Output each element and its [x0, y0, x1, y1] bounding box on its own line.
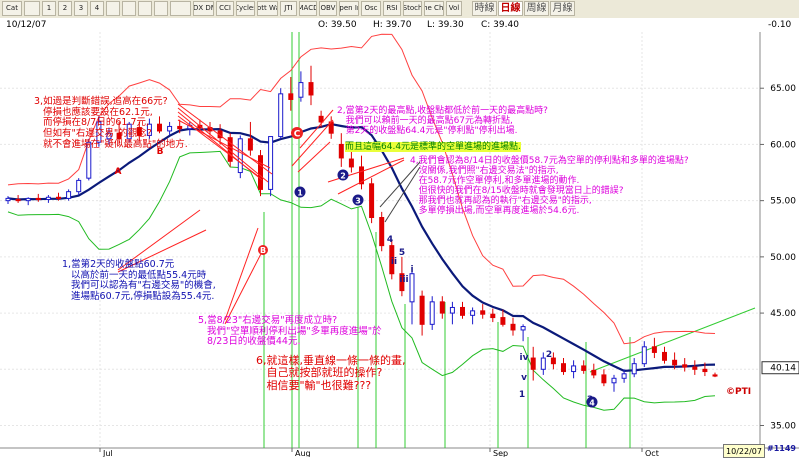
toolbar-button-20[interactable]: RSI [383, 1, 401, 16]
toolbar-button-23[interactable]: Vol [446, 1, 462, 16]
svg-text:3: 3 [355, 197, 361, 206]
svg-text:A: A [115, 167, 122, 177]
svg-text:40.14: 40.14 [770, 364, 796, 374]
svg-text:B: B [260, 246, 266, 255]
toolbar-button-22[interactable]: Time Chart [424, 1, 444, 16]
y-tick-1: 60.00 [770, 140, 796, 150]
info-close: C: 39.40 [481, 20, 519, 30]
toolbar-button-18[interactable]: Open Int [339, 1, 359, 16]
svg-text:i: i [410, 265, 413, 275]
toolbar-button-0[interactable]: Cat [2, 1, 22, 16]
candle-26 [268, 136, 274, 197]
toolbar-button-19[interactable]: Osc [361, 1, 381, 16]
info-low: L: 39.30 [427, 20, 464, 30]
svg-text:C: C [294, 130, 301, 140]
period-tab-0[interactable]: 時線 [472, 1, 497, 16]
candle-37 [379, 211, 385, 252]
svg-text:iv: iv [520, 353, 529, 363]
last-price-tag: 40.14 [761, 361, 799, 375]
toolbar-button-21[interactable]: Stoch [403, 1, 422, 16]
period-tab-1[interactable]: 日線 [498, 1, 523, 16]
x-tick-2: Sep [493, 449, 508, 457]
candle-27 [278, 88, 284, 139]
svg-text:ii: ii [391, 257, 397, 267]
wave-label-11: iv [520, 353, 529, 363]
wave-label-6: 4 [387, 235, 393, 245]
trading-chart-window: Cat1234ADX DMICCICyclesElliott WaveJTIMA… [0, 0, 799, 458]
period-tab-3[interactable]: 月線 [550, 1, 575, 16]
annotation-5: 5,當8/23"右邊交易"再度成立時? 我們"空單順利停利出場"多單再度進場"於… [198, 315, 382, 348]
toolbar: Cat 1234 ADX DMICCICyclesElliott WaveJTIMA… [0, 0, 799, 19]
svg-text:2: 2 [546, 350, 552, 360]
y-tick-5: 35.00 [770, 422, 796, 432]
wave-label-7: 5 [399, 248, 405, 258]
annotation-6: 6,就這樣,垂直線一條一條的畫, 自己就按部就班的操作? 相信要"輸"也很難??… [256, 354, 406, 392]
annotation-2b: 而且這幅64.4元是標準的空單進場的進場點. [345, 142, 521, 153]
toolbar-button-13[interactable]: Cycles [236, 1, 255, 16]
wave-label-3: 1 [294, 186, 306, 198]
wave-label-9: ii [391, 257, 397, 267]
y-tick-2: 55.00 [770, 197, 796, 207]
quote-info-bar: 10/12/07 O: 39.50 H: 39.70 L: 39.30 C: 3… [0, 18, 799, 33]
info-high: H: 39.70 [373, 20, 412, 30]
candle-25 [258, 150, 263, 197]
info-date: 10/12/07 [6, 20, 47, 30]
toolbar-button-9[interactable] [154, 1, 168, 16]
b-marker: B [258, 245, 268, 255]
toolbar-button-15[interactable]: JTI [280, 1, 297, 16]
wave-label-8: i [410, 265, 413, 275]
x-tick-1: Aug [295, 449, 311, 457]
toolbar-button-11[interactable]: ADX DMI [193, 1, 214, 16]
wave-label-4: 2 [337, 169, 349, 181]
svg-text:1: 1 [297, 189, 303, 198]
toolbar-button-17[interactable]: OBV [319, 1, 337, 16]
svg-text:4: 4 [589, 399, 595, 408]
info-change: -0.10 [768, 20, 792, 30]
toolbar-button-6[interactable] [106, 1, 120, 16]
record-number: #1149 [767, 444, 796, 453]
toolbar-button-4[interactable]: 3 [74, 1, 88, 16]
toolbar-button-14[interactable]: Elliott Wave [257, 1, 278, 16]
svg-text:2: 2 [340, 172, 346, 181]
annotation-3: 3,如過是判斷錯誤,追高在66元? 停損也應該要設在62.1元, 而停損在8/7… [34, 96, 188, 150]
wave-label-5: 3 [352, 194, 364, 206]
svg-text:4: 4 [387, 235, 393, 245]
current-date-box: 10/22/07 [723, 444, 765, 458]
candle-36 [369, 178, 375, 224]
svg-text:v: v [521, 373, 527, 383]
y-tick-0: 65.00 [770, 84, 796, 94]
wave-label-10: iii [399, 275, 408, 285]
annotation-4: 4,我們會認為8/14日的收盤價58.7元為空單的停利點和多單的進場點? 沒關係… [410, 156, 689, 217]
copyright-label: ©PTI [726, 387, 752, 397]
toolbar-button-5[interactable]: 4 [90, 1, 104, 16]
toolbar-button-3[interactable]: 2 [58, 1, 72, 16]
svg-text:1: 1 [519, 390, 525, 400]
toolbar-button-10[interactable] [170, 1, 191, 16]
annotation-1: 1,當第2天的收盤點60.7元 以高於前一天的最低點55.4元時 我們可以認為有… [62, 259, 216, 302]
wave-label-0: A [115, 167, 122, 177]
y-tick-3: 50.00 [770, 253, 796, 263]
svg-text:iii: iii [399, 275, 408, 285]
wave-label-14: 2 [546, 350, 552, 360]
toolbar-button-8[interactable] [138, 1, 152, 16]
y-tick-4: 45.00 [770, 309, 796, 319]
toolbar-button-16[interactable]: MACD [299, 1, 317, 16]
toolbar-button-1[interactable] [24, 1, 40, 16]
toolbar-button-7[interactable] [122, 1, 136, 16]
wave-label-16: 4 [586, 396, 598, 408]
toolbar-button-2[interactable]: 1 [42, 1, 56, 16]
annotation-2: 2,當第2天的最高點,收盤點都低於前一天的最高點時? 我們可以賴前一天的最高點6… [337, 106, 548, 137]
period-tab-2[interactable]: 周線 [524, 1, 549, 16]
wave-label-12: v [521, 373, 527, 383]
x-tick-0: Jul [102, 449, 113, 457]
x-tick-3: Oct [645, 449, 659, 457]
candle-23 [237, 135, 243, 179]
info-open: O: 39.50 [318, 20, 357, 30]
toolbar-button-12[interactable]: CCI [216, 1, 234, 16]
svg-text:5: 5 [399, 248, 405, 258]
wave-label-13: 1 [519, 390, 525, 400]
